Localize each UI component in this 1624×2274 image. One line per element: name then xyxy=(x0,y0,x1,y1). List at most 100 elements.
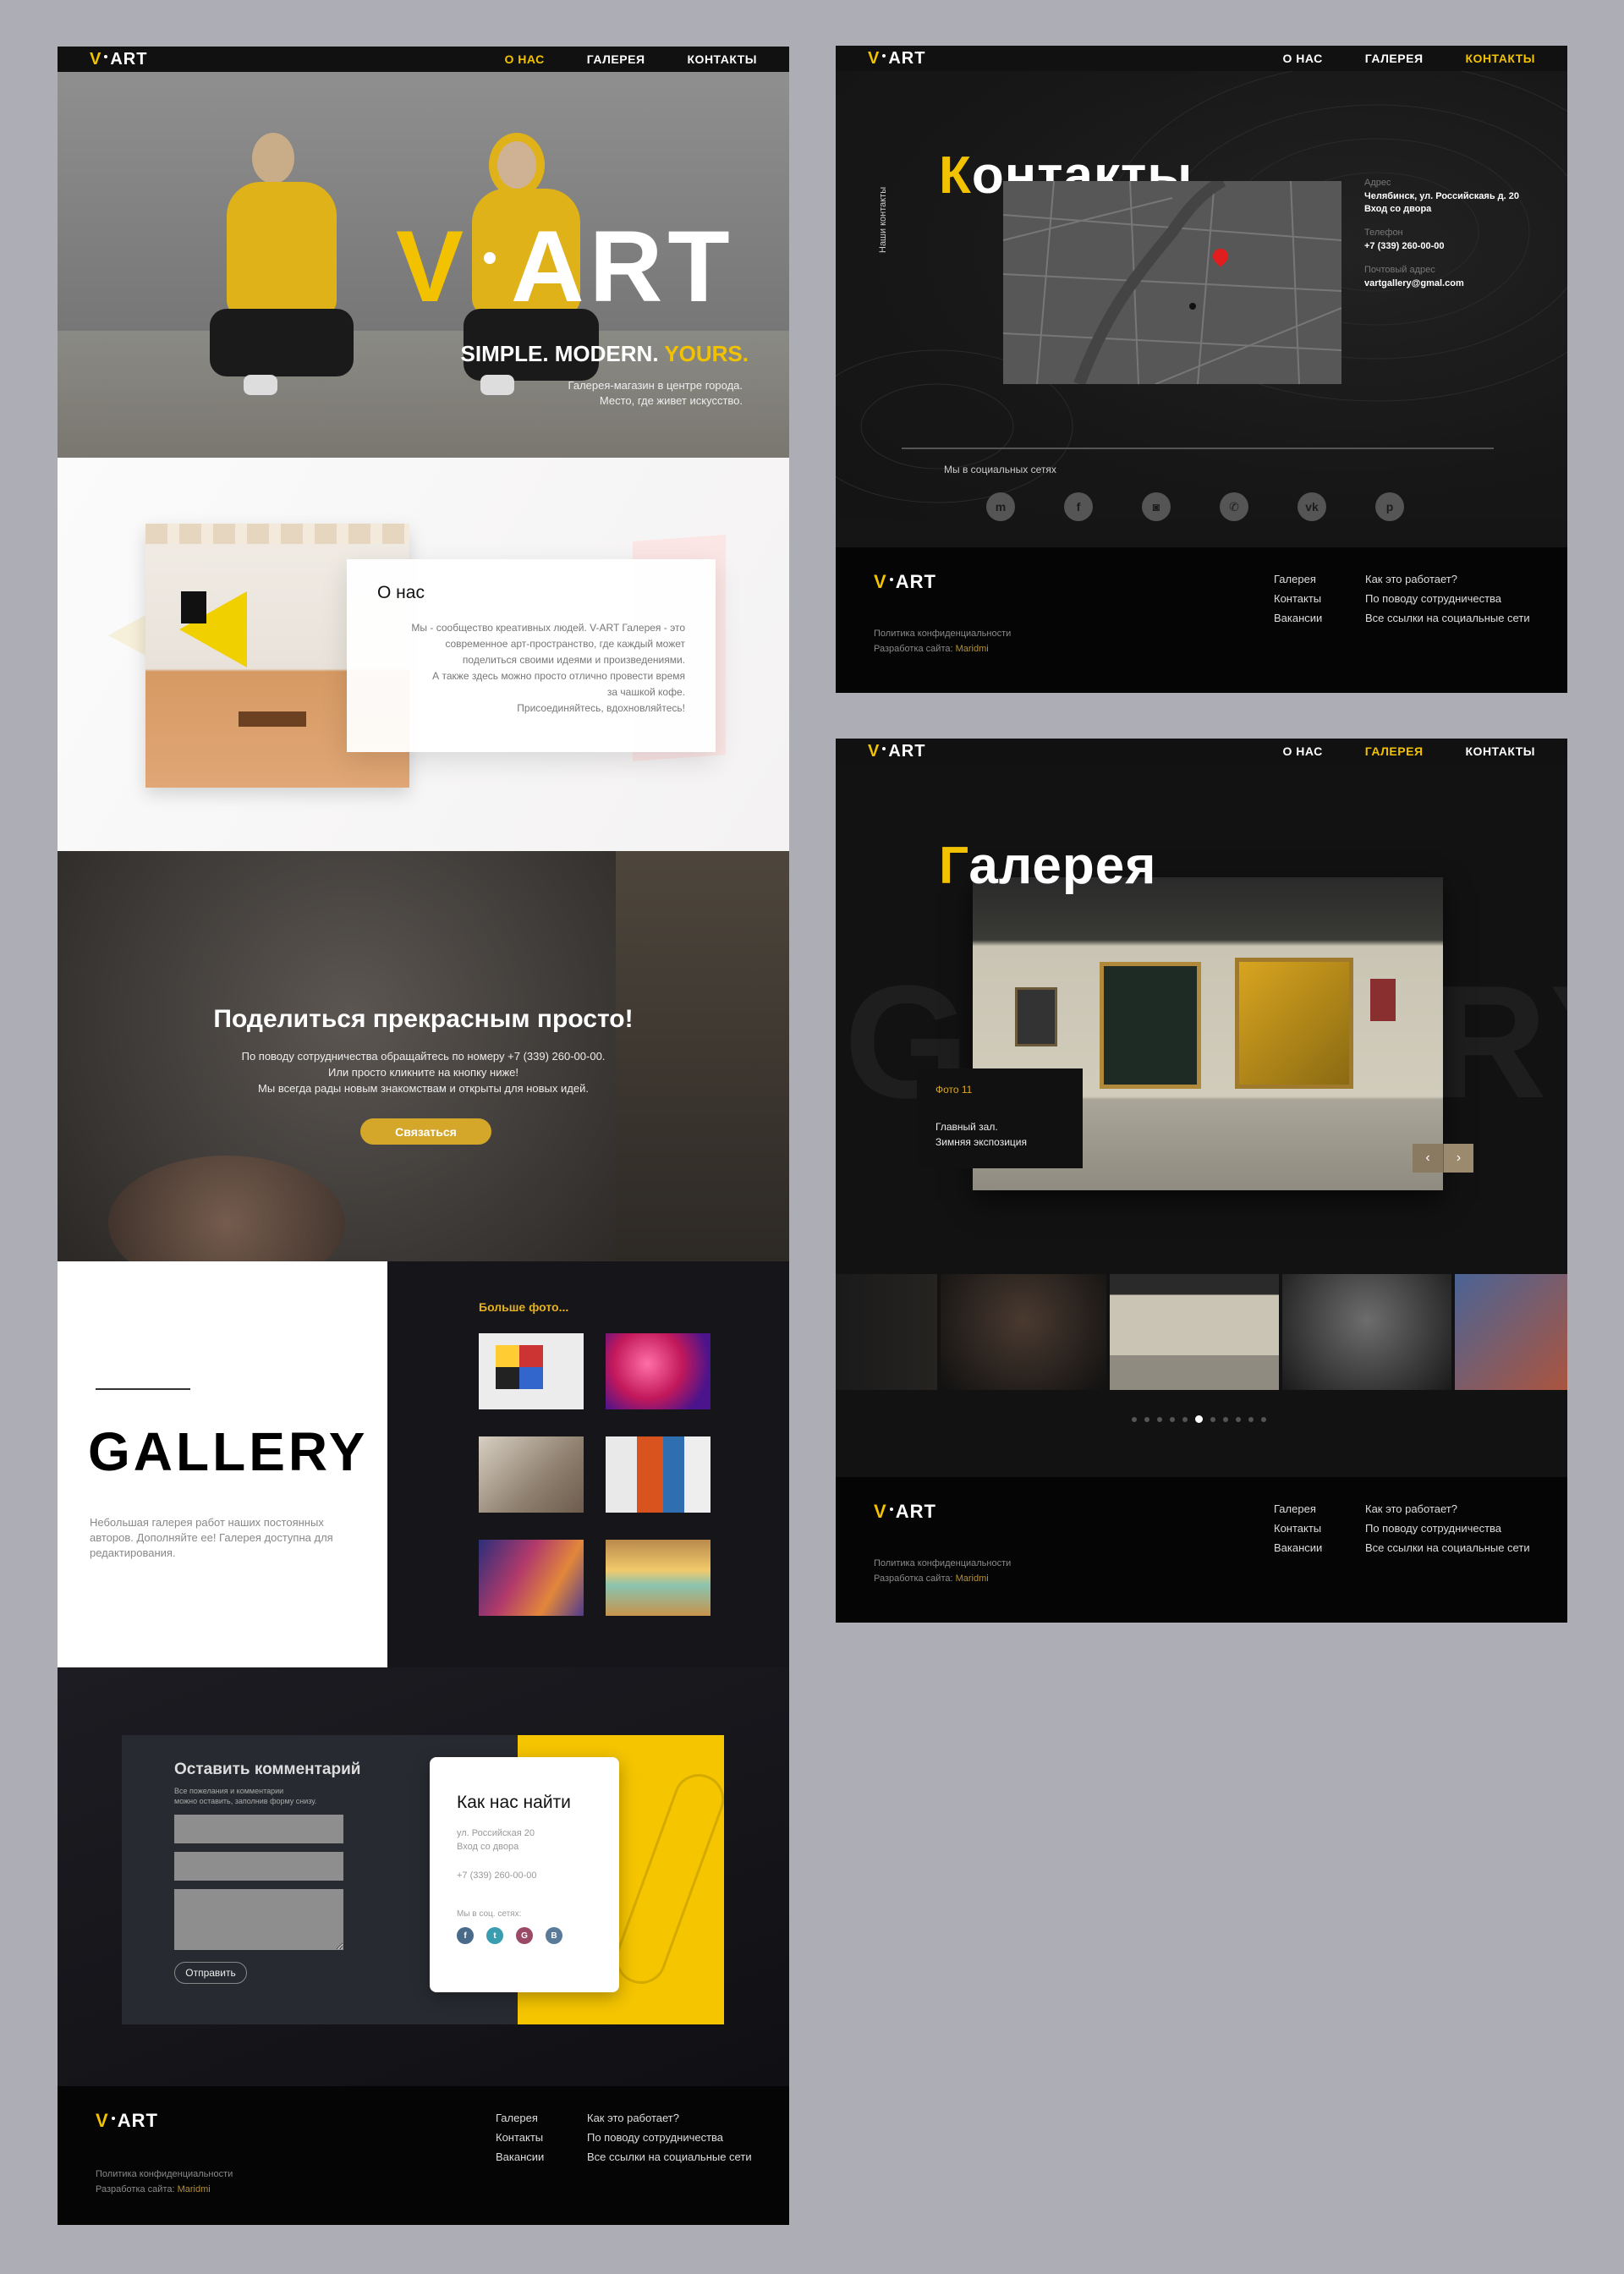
photo-number: Фото 11 xyxy=(935,1084,973,1096)
footer-link-how-it-works[interactable]: Как это работает? xyxy=(587,2112,752,2124)
email-value[interactable]: vartgallery@gmal.com xyxy=(1364,277,1519,290)
submit-button[interactable]: Отправить xyxy=(174,1962,247,1984)
footer-link-how-it-works[interactable]: Как это работает? xyxy=(1365,1502,1530,1515)
slider-dot[interactable] xyxy=(1170,1416,1175,1422)
nav-gallery-link[interactable]: ГАЛЕРЕЯ xyxy=(1365,744,1424,758)
email-field[interactable] xyxy=(174,1852,343,1881)
footer-logo[interactable]: V ART xyxy=(874,1501,936,1523)
slider-dot[interactable] xyxy=(1195,1415,1203,1423)
developer-link[interactable]: Maridmi xyxy=(956,1574,989,1584)
vk-icon[interactable]: vk xyxy=(1298,492,1326,521)
contact-us-button[interactable]: Связаться xyxy=(360,1118,491,1145)
facebook-icon[interactable]: f xyxy=(457,1927,474,1944)
slider-dot[interactable] xyxy=(1144,1416,1149,1422)
slider-dot[interactable] xyxy=(1182,1416,1188,1422)
next-arrow-icon[interactable]: › xyxy=(1443,1144,1473,1173)
address-label: Адрес xyxy=(1364,178,1391,188)
pinterest-icon[interactable]: p xyxy=(1375,492,1404,521)
footer-link-cooperation[interactable]: По поводу сотрудничества xyxy=(1365,1522,1530,1535)
footer-link-cooperation[interactable]: По поводу сотрудничества xyxy=(587,2131,752,2144)
slider-arrows: ‹ › xyxy=(1413,1144,1473,1173)
slider-dot[interactable] xyxy=(1210,1416,1215,1422)
messenger-icon[interactable]: m xyxy=(986,492,1015,521)
whatsapp-icon[interactable]: ✆ xyxy=(1220,492,1248,521)
slider-dot[interactable] xyxy=(1223,1416,1228,1422)
nav-gallery-link[interactable]: ГАЛЕРЕЯ xyxy=(587,52,645,66)
footer-link-how-it-works[interactable]: Как это работает? xyxy=(1365,573,1530,585)
more-photos-link[interactable]: Больше фото... xyxy=(479,1300,568,1314)
slider-dot[interactable] xyxy=(1236,1416,1241,1422)
strip-thumb-3[interactable] xyxy=(1110,1274,1279,1390)
footer-nav-col1: Галерея Контакты Вакансии xyxy=(1274,1502,1322,1554)
slider-pagination xyxy=(1132,1415,1266,1423)
footer-link-contacts[interactable]: Контакты xyxy=(1274,1522,1322,1535)
footer-link-social[interactable]: Все ссылки на социальные сети xyxy=(1365,1541,1530,1554)
footer-link-vacancies[interactable]: Вакансии xyxy=(1274,612,1322,624)
nav-contacts-link[interactable]: КОНТАКТЫ xyxy=(688,52,757,66)
share-text-line: Или просто кликните на кнопку ниже! xyxy=(328,1066,518,1079)
footer-link-contacts[interactable]: Контакты xyxy=(1274,592,1322,605)
location-map[interactable] xyxy=(1003,181,1341,384)
footer-link-vacancies[interactable]: Вакансии xyxy=(1274,1541,1322,1554)
footer-link-social[interactable]: Все ссылки на социальные сети xyxy=(1365,612,1530,624)
footer-link-social[interactable]: Все ссылки на социальные сети xyxy=(587,2150,752,2163)
name-field[interactable] xyxy=(174,1815,343,1843)
nav-contacts-link[interactable]: КОНТАКТЫ xyxy=(1466,52,1535,65)
contacts-page-mockup: V ART О НАС ГАЛЕРЕЯ КОНТАКТЫ Наши контакт… xyxy=(836,46,1567,693)
footer-logo[interactable]: V ART xyxy=(874,571,936,593)
prev-arrow-icon[interactable]: ‹ xyxy=(1413,1144,1443,1173)
footer-link-vacancies[interactable]: Вакансии xyxy=(496,2150,544,2163)
slider-dot[interactable] xyxy=(1248,1416,1254,1422)
find-us-social-label: Мы в соц. сетях: xyxy=(457,1909,522,1919)
slider-dot[interactable] xyxy=(1157,1416,1162,1422)
nav-about-link[interactable]: О НАС xyxy=(1283,744,1323,758)
privacy-policy-link[interactable]: Политика конфиденциальности xyxy=(874,1558,1011,1568)
footer-link-gallery[interactable]: Галерея xyxy=(1274,573,1322,585)
privacy-policy-link[interactable]: Политика конфиденциальности xyxy=(874,629,1011,639)
find-us-address-line: Вход со двора xyxy=(457,1842,519,1852)
contacts-nav-logo[interactable]: V ART xyxy=(868,49,925,69)
nav-about-link[interactable]: О НАС xyxy=(505,52,545,66)
nav-contacts-link[interactable]: КОНТАКТЫ xyxy=(1466,744,1535,758)
gallery-thumb-6[interactable] xyxy=(606,1540,710,1616)
hero-logo-v: V xyxy=(396,210,469,323)
about-text: Мы - сообщество креативных людей. V-ART … xyxy=(377,620,685,717)
nav-gallery-link[interactable]: ГАЛЕРЕЯ xyxy=(1365,52,1424,65)
slider-dot[interactable] xyxy=(1261,1416,1266,1422)
google-plus-icon[interactable]: G xyxy=(516,1927,533,1944)
developer-link[interactable]: Maridmi xyxy=(956,644,989,654)
footer-logo[interactable]: V ART xyxy=(96,2110,158,2132)
footer-link-contacts[interactable]: Контакты xyxy=(496,2131,544,2144)
nav-about-link[interactable]: О НАС xyxy=(1283,52,1323,65)
contacts-footer: V ART Политика конфиденциальности Разрабо… xyxy=(836,547,1567,693)
home-footer: V ART Политика конфиденциальности Разрабо… xyxy=(58,2086,789,2225)
phone-value[interactable]: +7 (339) 260-00-00 xyxy=(1364,240,1519,253)
gallery-thumb-4[interactable] xyxy=(606,1436,710,1513)
hero-sub-line2: Место, где живет искусство. xyxy=(599,394,743,407)
footer-nav-col1: Галерея Контакты Вакансии xyxy=(496,2112,544,2163)
footer-link-cooperation[interactable]: По поводу сотрудничества xyxy=(1365,592,1530,605)
developer-link[interactable]: Maridmi xyxy=(178,2184,211,2194)
facebook-icon[interactable]: f xyxy=(1064,492,1093,521)
strip-thumb-2[interactable] xyxy=(941,1274,1106,1390)
gallery-thumb-1[interactable] xyxy=(479,1333,584,1409)
gallery-title-first-letter: Г xyxy=(939,837,969,895)
gallery-thumb-2[interactable] xyxy=(606,1333,710,1409)
instagram-icon[interactable]: ◙ xyxy=(1142,492,1171,521)
home-nav-logo[interactable]: V ART xyxy=(90,50,147,69)
gallery-nav-logo[interactable]: V ART xyxy=(868,742,925,761)
gallery-thumb-5[interactable] xyxy=(479,1540,584,1616)
strip-thumb-1[interactable] xyxy=(836,1274,937,1390)
contact-section: Оставить комментарий Все пожелания и ком… xyxy=(58,1667,789,2086)
comment-textarea[interactable] xyxy=(174,1889,343,1950)
gallery-thumb-3[interactable] xyxy=(479,1436,584,1513)
vk-icon[interactable]: B xyxy=(546,1927,562,1944)
twitter-icon[interactable]: t xyxy=(486,1927,503,1944)
strip-thumb-4[interactable] xyxy=(1282,1274,1451,1390)
footer-link-gallery[interactable]: Галерея xyxy=(496,2112,544,2124)
hero-subtitle: Галерея-магазин в центре города. Место, … xyxy=(568,378,743,409)
strip-thumb-5[interactable] xyxy=(1455,1274,1567,1390)
footer-link-gallery[interactable]: Галерея xyxy=(1274,1502,1322,1515)
slider-dot[interactable] xyxy=(1132,1416,1137,1422)
privacy-policy-link[interactable]: Политика конфиденциальности xyxy=(96,2169,233,2179)
